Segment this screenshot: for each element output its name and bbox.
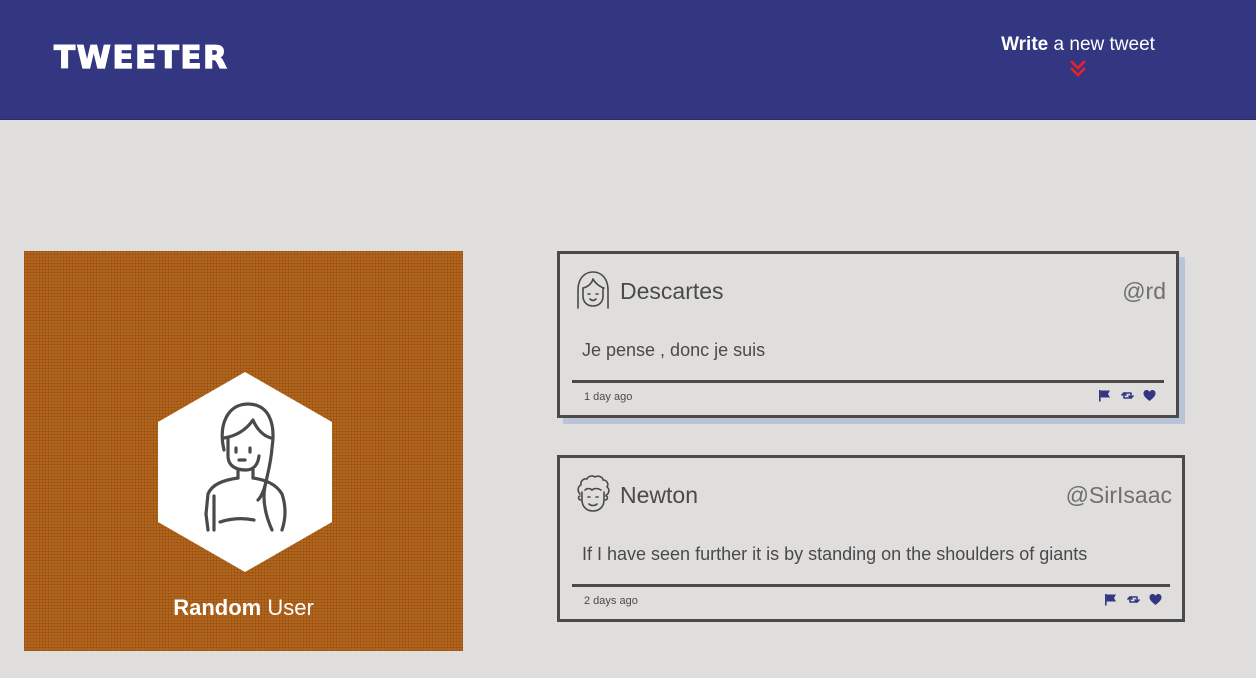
- tweet-author-name: Descartes: [620, 278, 724, 304]
- heart-icon[interactable]: [1149, 593, 1162, 606]
- compose-label-rest: a new tweet: [1048, 34, 1155, 55]
- profile-name-last: User: [261, 595, 314, 620]
- compose-label-bold: Write: [1001, 34, 1049, 55]
- tweet-content: Je pense , donc je suis: [582, 340, 766, 360]
- compose-label[interactable]: Write a new tweet: [978, 32, 1178, 58]
- retweet-icon[interactable]: [1126, 593, 1140, 606]
- double-chevron-down-icon[interactable]: [1068, 59, 1088, 79]
- flag-icon[interactable]: [1098, 389, 1111, 402]
- girl-avatar-icon: [577, 271, 609, 309]
- tweet-divider: [572, 584, 1170, 587]
- profile-name: Random User: [24, 593, 463, 623]
- tweet-divider: [572, 380, 1164, 383]
- tweet-author-handle: @SirIsaac: [1065, 482, 1172, 508]
- retweet-icon[interactable]: [1120, 389, 1134, 402]
- tweet-card: Newton @SirIsaac If I have seen further …: [557, 455, 1185, 622]
- tweet-content: If I have seen further it is by standing…: [582, 544, 1088, 564]
- tweet-timestamp: 2 days ago: [584, 595, 638, 607]
- user-avatar-icon: [158, 372, 332, 572]
- tweet-actions: [1099, 593, 1162, 607]
- flag-icon[interactable]: [1104, 593, 1117, 606]
- tweet-author-name: Newton: [620, 482, 698, 508]
- write-new-tweet-button[interactable]: Write a new tweet: [978, 32, 1178, 79]
- app-logo[interactable]: TWEETER: [53, 38, 228, 78]
- nav-bar: TWEETER Write a new tweet: [0, 0, 1256, 120]
- profile-name-first: Random: [173, 595, 262, 620]
- tweet-timestamp: 1 day ago: [584, 391, 633, 403]
- curly-hair-avatar-icon: [577, 475, 610, 512]
- tweet-actions: [1093, 389, 1156, 403]
- tweet-card: Descartes @rd Je pense , donc je suis 1 …: [557, 251, 1179, 418]
- tweet-author-handle: @rd: [1122, 278, 1166, 304]
- heart-icon[interactable]: [1143, 389, 1156, 402]
- profile-card: Random User: [24, 251, 463, 651]
